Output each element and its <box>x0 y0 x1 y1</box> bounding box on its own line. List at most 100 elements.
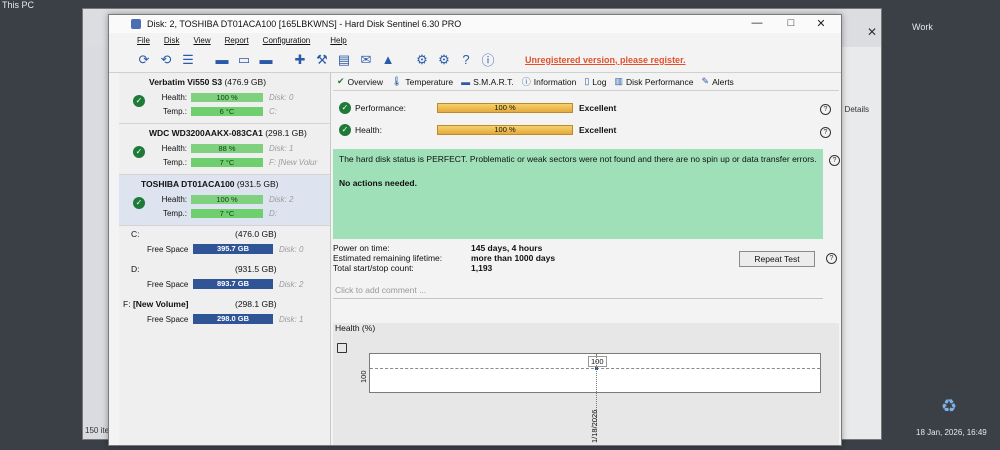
tab-disk-performance[interactable]: ▥ Disk Performance <box>614 76 693 87</box>
tab-bar: ✔ Overview 🌡 Temperature ▬ S.M.A.R.T. ⓘ Info… <box>333 73 839 91</box>
health-bar: 100 % <box>191 92 263 102</box>
smart-icon: ▬ <box>461 76 471 87</box>
volume-item[interactable]: C: (476.0 GB) Free Space 395.7 GB Disk: … <box>119 226 330 261</box>
ok-check-icon: ✓ <box>339 124 351 136</box>
explorer-close-icon[interactable]: ✕ <box>867 25 877 39</box>
health-bar: 100 % <box>191 194 263 204</box>
explorer-item-count: 150 ite <box>85 426 110 435</box>
disk-name: Verbatim Vi550 S3 (476.9 GB) <box>149 77 267 87</box>
menu-bar: File Disk View Report Configuration Help <box>109 33 841 47</box>
menu-help[interactable]: Help <box>330 36 346 45</box>
close-button[interactable]: ✕ <box>807 17 835 30</box>
info-icon[interactable]: ⓘ <box>479 51 497 69</box>
tab-information[interactable]: ⓘ Information <box>522 75 577 88</box>
menu-view[interactable]: View <box>193 36 210 45</box>
disk-list-panel: ✓ Verbatim Vi550 S3 (476.9 GB) Health: 1… <box>119 73 331 445</box>
temp-bar: 7 °C <box>191 208 263 218</box>
health-rating: Excellent <box>579 125 617 135</box>
advanced-settings-icon[interactable]: ⚙ <box>435 51 453 69</box>
help-icon[interactable]: ? <box>826 253 837 264</box>
info-icon: ⓘ <box>521 77 531 87</box>
volume-size: (476.0 GB) <box>235 229 277 239</box>
ok-check-icon: ✓ <box>339 102 351 114</box>
volume-name: F: [New Volume] <box>123 299 189 309</box>
status-box: The hard disk status is PERFECT. Problem… <box>333 149 823 239</box>
help-icon[interactable]: ? <box>820 127 831 138</box>
menu-disk[interactable]: Disk <box>164 36 180 45</box>
disk-name: WDC WD3200AAKX-083CA1 (298.1 GB) <box>149 128 307 138</box>
performance-rating: Excellent <box>579 103 617 113</box>
comment-field[interactable]: Click to add comment ... <box>333 285 823 299</box>
send-icon[interactable]: ▲ <box>379 51 397 69</box>
tab-log[interactable]: ▯ Log <box>584 76 606 87</box>
disk-temp-row: Temp.: 7 °C F: [New Volur <box>162 157 318 167</box>
disk-health-row: Health: 100 % Disk: 2 <box>161 194 294 204</box>
desktop-work-label[interactable]: Work <box>912 22 933 32</box>
free-space-row: Free Space 893.7 GB Disk: 2 <box>147 279 304 289</box>
taskbar-clock: 18 Jan, 2026, 16:49 <box>916 428 987 437</box>
health-chart-title: Health (%) <box>335 323 376 333</box>
maximize-button[interactable]: □ <box>777 17 805 29</box>
disk-health-row: Health: 88 % Disk: 1 <box>161 143 294 153</box>
minimize-button[interactable]: — <box>743 17 771 29</box>
disk-name: TOSHIBA DT01ACA100 (931.5 GB) <box>141 179 279 189</box>
volume-name: C: <box>131 229 140 239</box>
thermometer-icon: 🌡 <box>390 76 403 86</box>
wrench-icon[interactable]: ⚒ <box>313 51 331 69</box>
status-text: The hard disk status is PERFECT. Problem… <box>339 154 817 164</box>
refresh-all-icon[interactable]: ⟲ <box>157 51 175 69</box>
performance-row: ✓ Performance: 100 % Excellent <box>339 101 829 115</box>
tab-alerts[interactable]: ✎ Alerts <box>702 76 734 87</box>
temp-bar: 7 °C <box>191 157 263 167</box>
explorer-details-button[interactable]: Details <box>845 105 869 114</box>
disk-icon[interactable]: ▬ <box>213 51 231 69</box>
free-space-bar: 893.7 GB <box>193 279 273 289</box>
performance-icon: ▥ <box>614 76 623 86</box>
health-bar: 88 % <box>191 143 263 153</box>
disk-write-icon[interactable]: ▭ <box>235 51 253 69</box>
actions-text: No actions needed. <box>339 178 417 188</box>
tab-overview[interactable]: ✔ Overview <box>337 76 383 87</box>
overview-panel: ✔ Overview 🌡 Temperature ▬ S.M.A.R.T. ⓘ Info… <box>333 73 840 445</box>
window-title: Disk: 2, TOSHIBA DT01ACA100 [165LBKWNS] … <box>147 19 462 29</box>
free-space-bar: 298.0 GB <box>193 314 273 324</box>
repeat-test-button[interactable]: Repeat Test <box>739 251 815 267</box>
disk-item[interactable]: ✓ Verbatim Vi550 S3 (476.9 GB) Health: 1… <box>119 73 330 124</box>
temp-bar: 6 °C <box>191 106 263 116</box>
desktop-this-pc-label: This PC <box>2 0 35 10</box>
list-icon[interactable]: ☰ <box>179 51 197 69</box>
tools-icon[interactable]: ✚ <box>291 51 309 69</box>
alerts-icon: ✎ <box>701 76 710 86</box>
remaining-lifetime: more than 1000 days <box>471 253 556 263</box>
help-icon[interactable]: ? <box>829 155 840 166</box>
volume-item[interactable]: D: (931.5 GB) Free Space 893.7 GB Disk: … <box>119 261 330 296</box>
help-icon[interactable]: ? <box>820 104 831 115</box>
log-icon: ▯ <box>584 76 590 86</box>
email-icon[interactable]: ✉ <box>357 51 375 69</box>
settings-icon[interactable]: ⚙ <box>413 51 431 69</box>
disk-health-row: Health: 100 % Disk: 0 <box>161 92 294 102</box>
report-icon[interactable]: ▤ <box>335 51 353 69</box>
tab-temperature[interactable]: 🌡 Temperature <box>391 76 453 87</box>
disk-temp-row: Temp.: 6 °C C: <box>162 106 277 116</box>
tab-smart[interactable]: ▬ S.M.A.R.T. <box>461 77 514 87</box>
disk-surface-icon[interactable]: ▬ <box>257 51 275 69</box>
disk-item-selected[interactable]: ✓ TOSHIBA DT01ACA100 (931.5 GB) Health: … <box>119 175 330 226</box>
performance-bar: 100 % <box>437 103 573 113</box>
menu-file[interactable]: File <box>137 36 150 45</box>
disk-item[interactable]: ✓ WDC WD3200AAKX-083CA1 (298.1 GB) Healt… <box>119 124 330 175</box>
health-row: ✓ Health: 100 % Excellent <box>339 123 829 137</box>
volume-item[interactable]: F: [New Volume] (298.1 GB) Free Space 29… <box>119 296 330 331</box>
health-plot-area: 100 <box>369 353 821 424</box>
help-icon[interactable]: ? <box>457 51 475 69</box>
menu-configuration[interactable]: Configuration <box>263 36 311 45</box>
disk-temp-row: Temp.: 7 °C D: <box>162 208 277 218</box>
recycle-bin-icon[interactable]: ♻ <box>938 396 960 418</box>
unregistered-link[interactable]: Unregistered version, please register. <box>525 55 686 65</box>
save-icon[interactable] <box>337 343 347 353</box>
free-space-row: Free Space 298.0 GB Disk: 1 <box>147 314 304 324</box>
power-on-time: 145 days, 4 hours <box>471 243 543 253</box>
app-icon <box>131 19 141 29</box>
menu-report[interactable]: Report <box>225 36 249 45</box>
refresh-icon[interactable]: ⟳ <box>135 51 153 69</box>
